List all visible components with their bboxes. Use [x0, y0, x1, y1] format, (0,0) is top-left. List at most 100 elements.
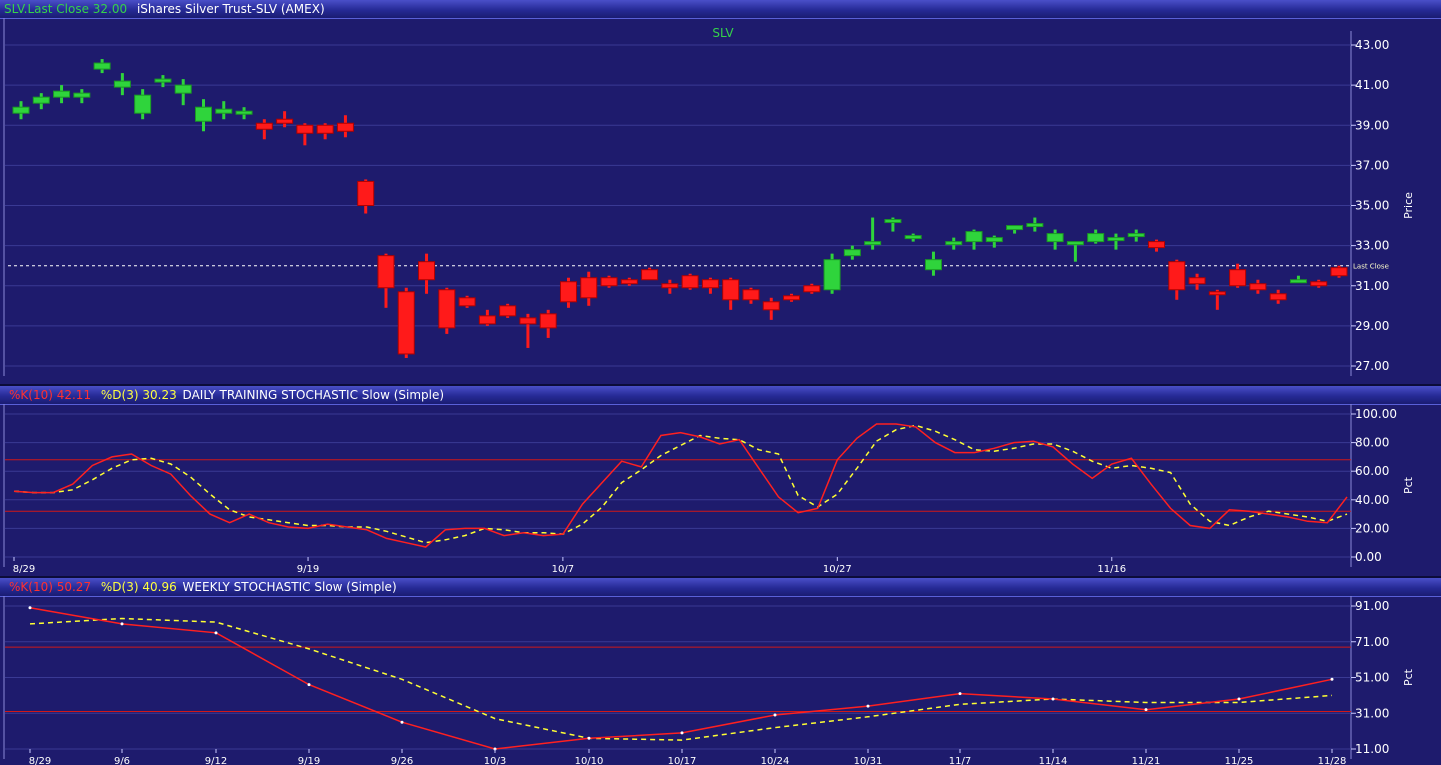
down-candle-body	[661, 283, 679, 289]
x-tick-label: 9/26	[391, 756, 413, 765]
weekly-stochastic-chart[interactable]: 91.00 71.00 51.00 31.00 11.00 Pct 8/29 9/6 9/12 9…	[0, 596, 1441, 765]
x-tick-label: 8/29	[13, 564, 35, 575]
down-candle-body	[499, 305, 517, 317]
up-candle-body	[1087, 233, 1105, 243]
x-tick-label: 11/28	[1318, 756, 1347, 765]
x-tick-label: 9/12	[205, 756, 227, 765]
up-candle-body	[194, 106, 212, 122]
symbol-last-close: SLV.Last Close 32.00	[4, 2, 128, 16]
x-tick-label: 10/31	[854, 756, 883, 765]
y-tick-label: 27.00	[1355, 359, 1389, 373]
y-tick-label: 31.00	[1355, 706, 1389, 720]
down-candle-body	[742, 289, 760, 301]
daily-study-name: DAILY TRAINING STOCHASTIC Slow (Simple)	[182, 388, 445, 402]
up-candle-body	[924, 259, 942, 271]
y-axis-label: Pct	[1402, 668, 1415, 686]
price-chart[interactable]: 43.00 41.00 39.00 37.00 35.00 33.00 31.00 29.00…	[0, 18, 1441, 384]
up-candle-body	[985, 237, 1003, 243]
k-data-point	[866, 704, 870, 708]
weekly-d-label: %D(3) 40.96	[100, 580, 177, 594]
down-candle-body	[1330, 267, 1348, 277]
x-tick-label: 10/7	[552, 564, 574, 575]
last-close-label: Last Close	[1353, 263, 1389, 271]
k-data-point	[1330, 677, 1334, 681]
up-candle-body	[1066, 241, 1084, 246]
d-series-line	[29, 617, 1333, 741]
up-candle-body	[1046, 233, 1064, 243]
x-tick-label: 9/19	[298, 756, 320, 765]
y-tick-label: 100.00	[1355, 407, 1397, 421]
y-tick-label: 37.00	[1355, 158, 1389, 172]
y-tick-label: 91.00	[1355, 599, 1389, 613]
up-candle-body	[965, 231, 983, 243]
y-tick-label: 0.00	[1355, 550, 1382, 564]
up-candle-body	[154, 78, 172, 83]
x-tick-label: 9/19	[297, 564, 319, 575]
down-candle-body	[458, 297, 476, 307]
y-tick-label: 51.00	[1355, 671, 1389, 685]
weekly-stochastic-panel: %K(10) 50.27 %D(3) 40.96 WEEKLY STOCHAST…	[0, 578, 1441, 765]
k-data-point	[680, 731, 684, 735]
down-candle-body	[1208, 291, 1226, 296]
instrument-description: iShares Silver Trust-SLV (AMEX)	[136, 2, 325, 16]
y-axis-label: Pct	[1402, 476, 1415, 494]
k-data-point	[1144, 708, 1148, 712]
daily-stochastic-panel: %K(10) 42.11 %D(3) 30.23 DAILY TRAINING …	[0, 386, 1441, 576]
down-candle-body	[1269, 293, 1287, 301]
k-data-point	[1237, 697, 1241, 701]
up-candle-body	[884, 219, 902, 224]
daily-stochastic-chart[interactable]: 100.00 80.00 60.00 40.00 20.00 0.00 Pct 8/29 9/1…	[0, 404, 1441, 576]
down-candle-body	[478, 315, 496, 325]
down-candle-body	[397, 291, 415, 355]
price-panel: SLV.Last Close 32.00 iShares Silver Trus…	[0, 0, 1441, 384]
y-tick-label: 40.00	[1355, 493, 1389, 507]
up-candle-body	[134, 94, 152, 114]
down-candle-body	[701, 279, 719, 289]
k-data-point	[1051, 697, 1055, 701]
down-candle-body	[1188, 277, 1206, 285]
down-candle-body	[1249, 283, 1267, 291]
daily-d-label: %D(3) 30.23	[100, 388, 177, 402]
down-candle-body	[296, 124, 314, 134]
weekly-stochastic-header: %K(10) 50.27 %D(3) 40.96 WEEKLY STOCHAST…	[0, 578, 1441, 597]
down-candle-body	[539, 313, 557, 329]
y-axis-label: Price	[1402, 192, 1415, 219]
k-data-point	[307, 683, 311, 687]
y-tick-label: 41.00	[1355, 78, 1389, 92]
up-candle-body	[945, 241, 963, 246]
up-candle-body	[53, 90, 71, 98]
y-tick-label: 35.00	[1355, 199, 1389, 213]
daily-k-label: %K(10) 42.11	[9, 388, 92, 402]
y-tick-label: 60.00	[1355, 464, 1389, 478]
x-tick-label: 11/7	[949, 756, 971, 765]
price-panel-header: SLV.Last Close 32.00 iShares Silver Trus…	[0, 0, 1441, 19]
x-tick-label: 8/29	[29, 756, 51, 765]
down-candle-body	[255, 122, 273, 130]
up-candle-body	[904, 235, 922, 240]
down-candle-body	[519, 317, 537, 325]
up-candle-body	[235, 110, 253, 115]
x-tick-label: 10/3	[484, 756, 506, 765]
down-candle-body	[276, 118, 294, 124]
down-candle-body	[681, 275, 699, 289]
down-candle-body	[438, 289, 456, 329]
up-candle-body	[1289, 279, 1307, 284]
down-candle-body	[1229, 269, 1247, 287]
k-data-point	[400, 720, 404, 724]
k-data-point	[28, 606, 32, 610]
y-tick-label: 80.00	[1355, 436, 1389, 450]
up-candle-body	[1026, 223, 1044, 228]
x-tick-label: 10/24	[761, 756, 790, 765]
up-candle-body	[823, 259, 841, 291]
k-data-point	[120, 622, 124, 626]
x-tick-label: 9/6	[114, 756, 130, 765]
x-tick-label: 10/27	[823, 564, 852, 575]
up-candle-body	[93, 62, 111, 70]
up-candle-body	[73, 92, 91, 98]
weekly-k-label: %K(10) 50.27	[9, 580, 92, 594]
down-candle-body	[620, 279, 638, 285]
daily-stochastic-header: %K(10) 42.11 %D(3) 30.23 DAILY TRAINING …	[0, 386, 1441, 405]
y-tick-label: 33.00	[1355, 239, 1389, 253]
up-candle-body	[174, 84, 192, 94]
y-tick-label: 29.00	[1355, 319, 1389, 333]
